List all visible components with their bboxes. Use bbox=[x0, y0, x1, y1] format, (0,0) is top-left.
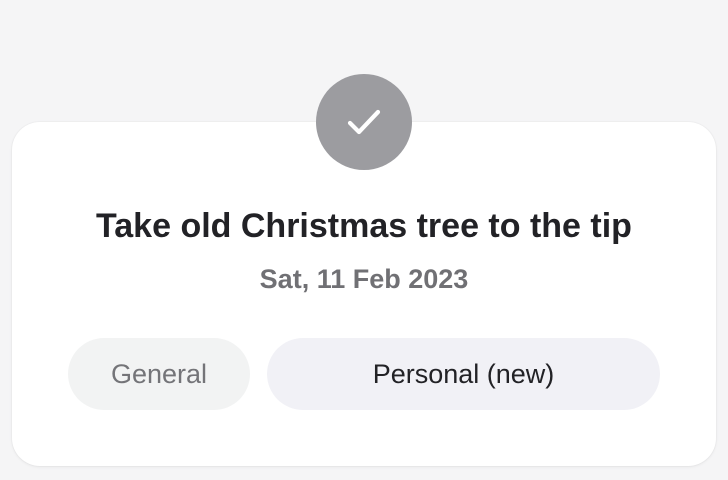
completed-badge[interactable] bbox=[316, 74, 412, 170]
task-date: Sat, 11 Feb 2023 bbox=[259, 264, 469, 294]
checkmark-icon bbox=[347, 109, 381, 135]
category-chip-personal[interactable]: Personal (new) bbox=[267, 338, 660, 410]
category-chip-general[interactable]: General bbox=[68, 338, 250, 410]
task-title: Take old Christmas tree to the tip bbox=[96, 207, 632, 245]
